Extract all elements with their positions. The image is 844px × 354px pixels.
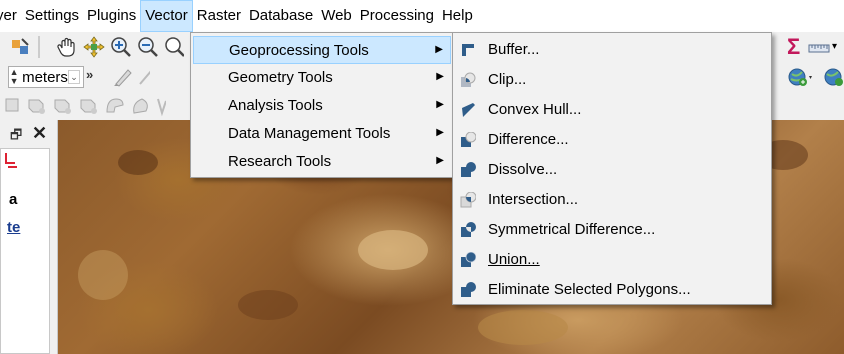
geoprocessing-tools-submenu: Buffer... Clip... Convex Hull... Differe…: [452, 32, 772, 305]
menu-item-label: Intersection...: [488, 191, 579, 208]
reshape-feature-icon[interactable]: [156, 95, 166, 117]
zoom-out-icon[interactable]: [137, 36, 159, 58]
menu-item-intersection[interactable]: Intersection...: [455, 186, 769, 214]
close-icon[interactable]: ✕: [32, 123, 47, 144]
clip-icon: [460, 72, 476, 88]
menu-item-union[interactable]: Union...: [455, 246, 769, 274]
difference-icon: [460, 131, 477, 148]
menu-item-dissolve[interactable]: Dissolve...: [455, 156, 769, 184]
menu-item-label: Geometry Tools: [228, 69, 333, 86]
add-wfs-layer-icon[interactable]: [822, 66, 844, 88]
menu-item-label: Data Management Tools: [228, 125, 391, 142]
menu-layer[interactable]: yer: [0, 0, 21, 32]
move-feature-icon[interactable]: [4, 95, 20, 117]
menu-web[interactable]: Web: [317, 0, 356, 32]
menu-item-geoprocessing-tools[interactable]: Geoprocessing Tools ▶: [193, 36, 451, 64]
menu-item-symmetrical-difference[interactable]: Symmetrical Difference...: [455, 216, 769, 244]
menu-vector[interactable]: Vector: [140, 0, 193, 32]
chevron-down-icon[interactable]: ⌄: [67, 70, 80, 84]
fill-ring-icon[interactable]: [130, 95, 152, 117]
add-wms-layer-icon[interactable]: [787, 66, 815, 88]
submenu-arrow-icon: ▶: [436, 71, 444, 82]
menu-item-analysis-tools[interactable]: Analysis Tools ▶: [193, 92, 451, 120]
menu-item-research-tools[interactable]: Research Tools ▶: [193, 148, 451, 176]
submenu-arrow-icon: ▶: [436, 127, 444, 138]
dissolve-icon: [460, 162, 476, 178]
menu-item-label: Union...: [488, 251, 540, 268]
float-panel-icon[interactable]: 🗗: [10, 126, 22, 148]
edit-pencil-icon[interactable]: [136, 66, 150, 88]
sigma-statistics-icon[interactable]: Σ: [787, 36, 801, 59]
dropdown-arrow-icon[interactable]: ▾: [832, 37, 844, 59]
menu-plugins[interactable]: Plugins: [83, 0, 140, 32]
menu-item-label: Clip...: [488, 71, 527, 88]
terrain-patch: [78, 250, 128, 300]
terrain-patch: [238, 290, 298, 320]
intersection-icon: [460, 191, 477, 208]
terrain-patch: [358, 230, 428, 270]
submenu-arrow-icon: ▶: [436, 155, 444, 166]
menu-item-label: Geoprocessing Tools: [229, 42, 369, 59]
menu-database[interactable]: Database: [245, 0, 317, 32]
menu-item-label: Eliminate Selected Polygons...: [488, 281, 691, 298]
submenu-arrow-icon: ▶: [435, 44, 443, 55]
layer-styling-icon[interactable]: [10, 36, 32, 58]
menu-item-convex-hull[interactable]: Convex Hull...: [455, 96, 769, 124]
zoom-rubberband-icon[interactable]: [164, 36, 184, 58]
add-ring-icon[interactable]: [78, 95, 100, 117]
menu-processing[interactable]: Processing: [356, 0, 438, 32]
menu-item-label: Dissolve...: [488, 161, 558, 178]
eliminate-selected-polygons-icon: [460, 282, 476, 298]
submenu-arrow-icon: ▶: [436, 99, 444, 110]
menu-settings[interactable]: Settings: [21, 0, 83, 32]
terrain-patch: [478, 310, 568, 345]
layers-panel-header: 🗗 ✕: [0, 120, 57, 148]
layer-item-te[interactable]: te: [7, 219, 20, 236]
layer-icon[interactable]: [3, 151, 19, 169]
menu-item-data-management-tools[interactable]: Data Management Tools ▶: [193, 120, 451, 148]
menu-item-geometry-tools[interactable]: Geometry Tools ▶: [193, 64, 451, 92]
layers-panel: 🗗 ✕ a te: [0, 120, 58, 354]
menu-item-label: Research Tools: [228, 153, 332, 170]
menu-raster[interactable]: Raster: [193, 0, 245, 32]
menubar: yer Settings Plugins Vector Raster Datab…: [0, 0, 844, 32]
measure-ruler-icon[interactable]: [808, 37, 830, 59]
layers-list: a te: [0, 148, 50, 354]
menu-item-buffer[interactable]: Buffer...: [455, 36, 769, 64]
rotate-feature-icon[interactable]: [26, 95, 48, 117]
vector-menu: Geoprocessing Tools ▶ Geometry Tools ▶ A…: [190, 32, 454, 178]
simplify-feature-icon[interactable]: [52, 95, 74, 117]
menu-item-label: Buffer...: [488, 41, 540, 58]
menu-item-label: Analysis Tools: [228, 97, 323, 114]
toolbar-overflow-icon[interactable]: »: [86, 67, 93, 82]
symmetrical-difference-icon: [460, 222, 476, 238]
unit-selector[interactable]: ▲ ▼ meters ⌄: [8, 66, 84, 88]
menu-item-label: Symmetrical Difference...: [488, 221, 656, 238]
menu-item-clip[interactable]: Clip...: [455, 66, 769, 94]
pan-to-selection-icon[interactable]: [83, 36, 105, 58]
layer-item-a[interactable]: a: [9, 191, 17, 208]
unit-value: meters: [22, 68, 68, 86]
digitize-pencil-icon[interactable]: [112, 66, 134, 88]
convex-hull-icon: [460, 102, 476, 118]
menu-item-difference[interactable]: Difference...: [455, 126, 769, 154]
toolbar-separator: [38, 36, 40, 58]
union-icon: [460, 251, 477, 268]
spinbox-arrows-icon[interactable]: ▲ ▼: [9, 68, 19, 86]
union-label: Union...: [488, 251, 540, 268]
menu-item-label: Convex Hull...: [488, 101, 582, 118]
menu-item-label: Difference...: [488, 131, 569, 148]
menu-item-eliminate-selected-polygons[interactable]: Eliminate Selected Polygons...: [455, 276, 769, 304]
terrain-patch: [118, 150, 158, 175]
add-part-icon[interactable]: [104, 95, 126, 117]
pan-hand-icon[interactable]: [56, 36, 78, 58]
buffer-icon: [460, 42, 476, 58]
zoom-in-icon[interactable]: [110, 36, 132, 58]
menu-help[interactable]: Help: [438, 0, 477, 32]
